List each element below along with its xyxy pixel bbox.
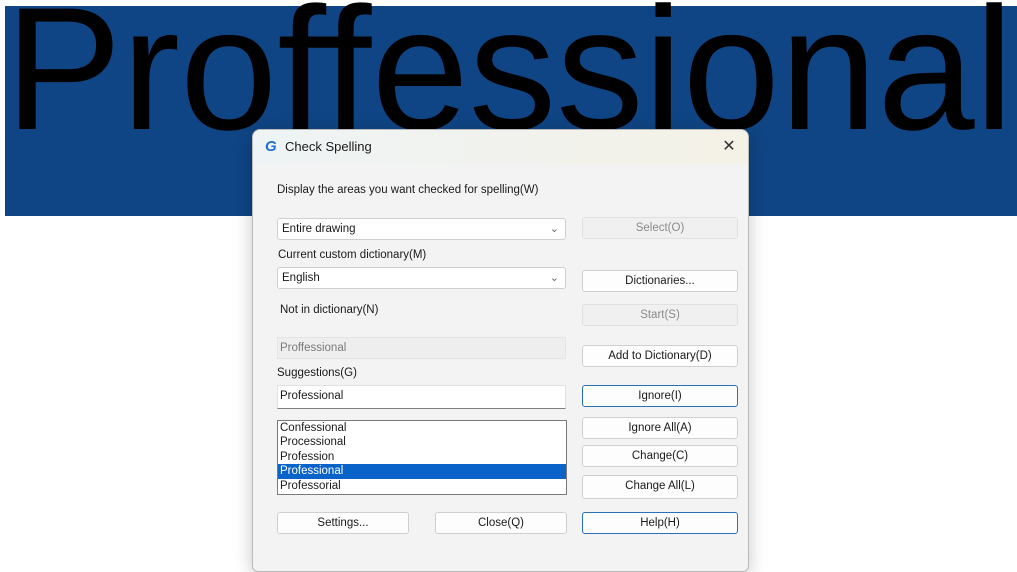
chevron-down-icon: ⌄ <box>549 223 559 235</box>
dictionary-label: Current custom dictionary(M) <box>278 249 427 261</box>
settings-button[interactable]: Settings... <box>277 512 409 534</box>
gstarcad-g-icon: G <box>265 138 277 155</box>
add-to-dictionary-button[interactable]: Add to Dictionary(D) <box>582 345 738 367</box>
list-item[interactable]: Professorial <box>278 479 566 493</box>
suggestions-list[interactable]: Confessional Processional Profession Pro… <box>277 420 567 495</box>
suggestion-input[interactable]: Professional <box>277 385 566 409</box>
dictionaries-button[interactable]: Dictionaries... <box>582 270 738 292</box>
dialog-title: Check Spelling <box>285 139 372 154</box>
list-item-selected[interactable]: Professional <box>278 464 566 479</box>
dictionary-dropdown-value: English <box>282 272 320 284</box>
close-icon[interactable]: ✕ <box>710 130 748 164</box>
chevron-down-icon: ⌄ <box>549 272 559 284</box>
areas-label-text: Display the areas you want checked for s… <box>277 184 539 196</box>
start-button[interactable]: Start(S) <box>582 304 738 326</box>
areas-label: Display the areas you want checked for s… <box>277 184 538 196</box>
areas-dropdown[interactable]: Entire drawing ⌄ <box>277 218 566 240</box>
list-item[interactable]: Profession <box>278 450 566 464</box>
list-item[interactable]: Confessional <box>278 421 566 435</box>
help-button[interactable]: Help(H) <box>582 512 738 534</box>
ignore-all-button[interactable]: Ignore All(A) <box>582 417 738 439</box>
not-in-dictionary-field: Proffessional <box>277 337 566 359</box>
suggestions-label: Suggestions(G) <box>277 367 357 379</box>
change-button[interactable]: Change(C) <box>582 445 738 467</box>
areas-dropdown-value: Entire drawing <box>282 223 356 235</box>
dialog-titlebar[interactable]: G Check Spelling ✕ <box>253 130 748 164</box>
ignore-button[interactable]: Ignore(I) <box>582 385 738 407</box>
dictionary-dropdown[interactable]: English ⌄ <box>277 267 566 289</box>
close-button[interactable]: Close(Q) <box>435 512 567 534</box>
list-item[interactable]: Processional <box>278 435 566 449</box>
select-button[interactable]: Select(O) <box>582 217 738 239</box>
change-all-button[interactable]: Change All(L) <box>582 475 738 499</box>
not-in-dictionary-label: Not in dictionary(N) <box>280 304 379 316</box>
